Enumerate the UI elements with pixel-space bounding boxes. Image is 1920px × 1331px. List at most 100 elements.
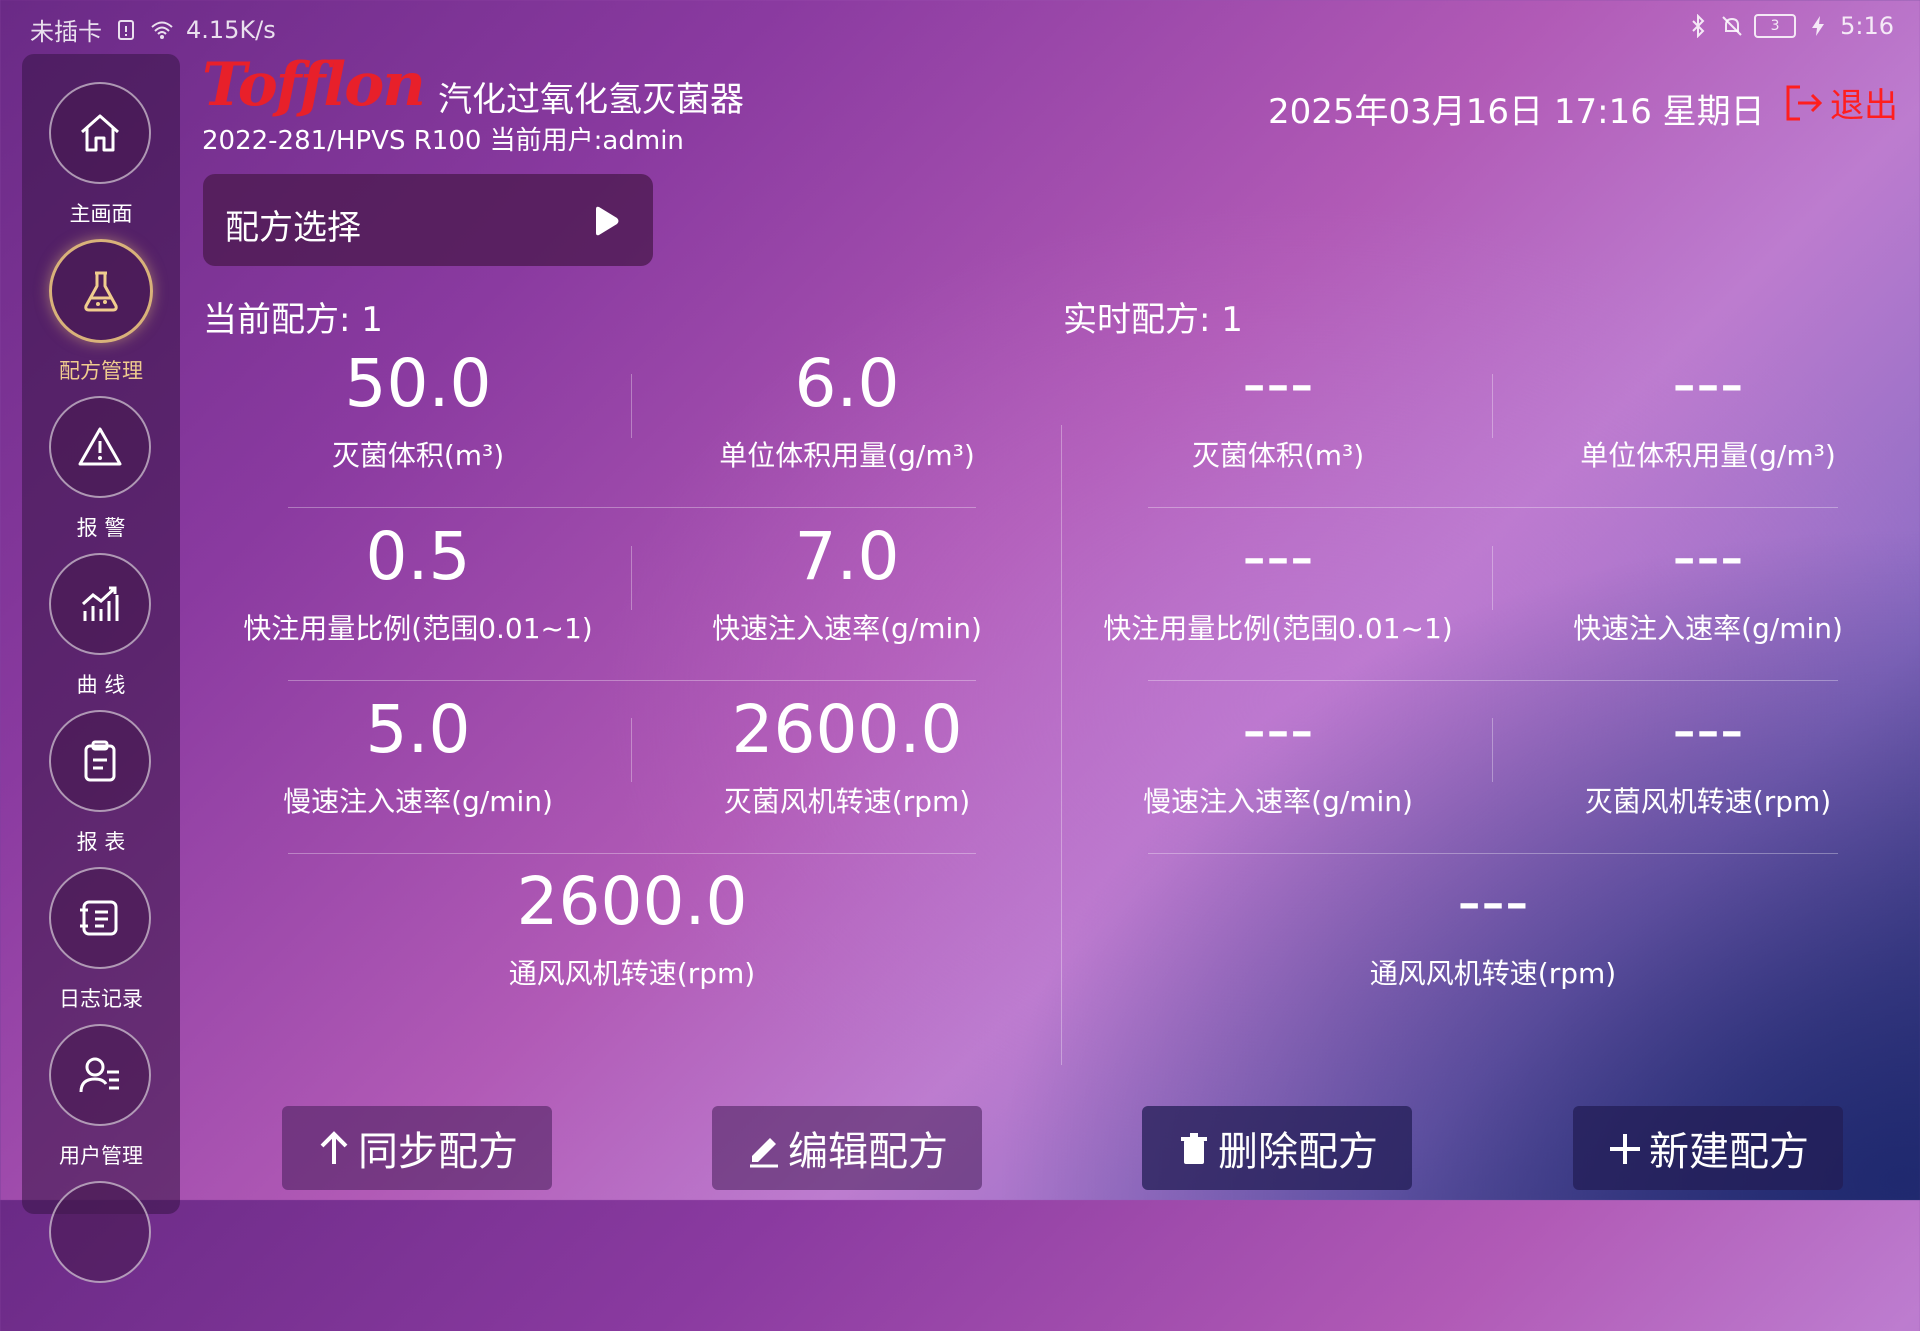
param-label: 慢速注入速率(g/min)	[283, 785, 553, 818]
param-value: 7.0	[794, 518, 900, 595]
nav-recipe-circle	[49, 239, 153, 343]
current-fast-inject-rate: 7.0 快速注入速率(g/min)	[632, 521, 1062, 647]
nav-home[interactable]: 主画面	[22, 82, 180, 232]
param-label: 灭菌体积(m³)	[331, 439, 505, 472]
param-label: 快速注入速率(g/min)	[712, 612, 982, 645]
delete-recipe-button[interactable]: 删除配方	[1142, 1106, 1412, 1190]
param-value: 5.0	[365, 691, 471, 768]
param-label: 灭菌体积(m³)	[1191, 439, 1365, 472]
current-sterilization-fan-speed: 2600.0 灭菌风机转速(rpm)	[632, 694, 1062, 820]
nav-curve-label: 曲 线	[76, 673, 126, 697]
play-icon	[596, 206, 619, 236]
clock-text: 5:16	[1840, 12, 1894, 40]
delete-recipe-label: 删除配方	[1218, 1129, 1378, 1175]
sync-recipe-button[interactable]: 同步配方	[282, 1106, 552, 1190]
realtime-fast-inject-ratio: --- 快注用量比例(范围0.01~1)	[1063, 521, 1493, 647]
current-unit-volume-dose: 6.0 单位体积用量(g/m³)	[632, 348, 1062, 474]
current-ventilation-fan-speed: 2600.0 通风风机转速(rpm)	[417, 866, 847, 992]
nav-report-label: 报 表	[76, 830, 126, 854]
nav-alarm-circle	[49, 396, 151, 498]
realtime-ventilation-fan-speed: --- 通风风机转速(rpm)	[1278, 866, 1708, 992]
nav-recipe-label: 配方管理	[59, 359, 143, 383]
param-value: 2600.0	[731, 691, 963, 768]
param-value: ---	[1672, 518, 1744, 595]
param-value: 6.0	[794, 345, 900, 422]
param-value: ---	[1672, 691, 1744, 768]
param-label: 单位体积用量(g/m³)	[719, 439, 975, 472]
param-label: 灭菌风机转速(rpm)	[1584, 785, 1832, 818]
nav-report[interactable]: 报 表	[22, 710, 180, 860]
sim-icon	[118, 19, 134, 40]
current-slow-inject-rate: 5.0 慢速注入速率(g/min)	[203, 694, 633, 820]
row-divider	[288, 680, 976, 681]
nav-more[interactable]	[22, 1181, 180, 1331]
param-label: 单位体积用量(g/m³)	[1580, 439, 1836, 472]
param-label: 快注用量比例(范围0.01~1)	[243, 612, 593, 645]
param-label: 快注用量比例(范围0.01~1)	[1103, 612, 1453, 645]
net-speed-text: 4.15K/s	[186, 15, 276, 44]
param-value: ---	[1457, 863, 1529, 940]
nav-home-circle	[49, 82, 151, 184]
wifi-icon	[151, 21, 173, 39]
sidebar: 主画面 配方管理 报 警 曲 线 报 表 日志记录 用户管理	[22, 54, 180, 1283]
new-recipe-button[interactable]: 新建配方	[1573, 1106, 1843, 1190]
current-recipe-title: 当前配方: 1	[203, 300, 383, 340]
nav-curve[interactable]: 曲 线	[22, 553, 180, 703]
realtime-unit-volume-dose: --- 单位体积用量(g/m³)	[1493, 348, 1920, 474]
nav-report-circle	[49, 710, 151, 812]
row-divider	[1148, 853, 1838, 854]
row-divider	[288, 853, 976, 854]
edit-icon	[750, 1138, 778, 1168]
nav-log-label: 日志记录	[59, 987, 143, 1011]
param-value: ---	[1242, 345, 1314, 422]
param-value: ---	[1242, 691, 1314, 768]
param-value: ---	[1672, 345, 1744, 422]
nav-alarm-label: 报 警	[76, 516, 126, 540]
status-bar: 未插卡 4.15K/s 3 5:16	[0, 0, 1920, 52]
bluetooth-icon	[1692, 14, 1705, 38]
logout-button[interactable]: 退出	[1782, 78, 1898, 127]
app-title: 汽化过氧化氢灭菌器	[438, 80, 744, 120]
param-label: 通风风机转速(rpm)	[1369, 957, 1617, 990]
carrier-text: 未插卡	[30, 18, 102, 46]
param-label: 快速注入速率(g/min)	[1573, 612, 1843, 645]
param-value: ---	[1242, 518, 1314, 595]
flask-icon	[84, 271, 118, 312]
date-time: 2025年03月16日 17:16 星期日	[1268, 92, 1765, 132]
param-value: 50.0	[344, 345, 492, 422]
log-icon	[80, 900, 118, 936]
nav-log[interactable]: 日志记录	[22, 867, 180, 1017]
realtime-fast-inject-rate: --- 快速注入速率(g/min)	[1493, 521, 1920, 647]
row-divider	[1148, 680, 1838, 681]
recipe-select-label: 配方选择	[225, 208, 361, 248]
edit-recipe-label: 编辑配方	[788, 1129, 948, 1175]
alarm-icon	[78, 427, 122, 466]
nav-alarm[interactable]: 报 警	[22, 396, 180, 546]
device-user-info: 2022-281/HPVS R100 当前用户:admin	[202, 126, 684, 156]
param-label: 灭菌风机转速(rpm)	[723, 785, 971, 818]
edit-recipe-button[interactable]: 编辑配方	[712, 1106, 982, 1190]
nav-user-label: 用户管理	[59, 1144, 143, 1168]
row-divider	[288, 507, 976, 508]
brand-logo: Tofflon	[202, 50, 426, 120]
nav-home-label: 主画面	[69, 202, 133, 226]
logout-icon	[1786, 85, 1823, 120]
param-label: 慢速注入速率(g/min)	[1143, 785, 1413, 818]
battery-indicator: 3	[1754, 14, 1797, 38]
chart-icon	[81, 586, 119, 621]
nav-user-circle	[49, 1024, 151, 1126]
realtime-slow-inject-rate: --- 慢速注入速率(g/min)	[1063, 694, 1493, 820]
user-icon	[79, 1057, 119, 1093]
param-value: 2600.0	[516, 863, 748, 940]
plus-icon	[1610, 1134, 1640, 1164]
nav-recipe-management[interactable]: 配方管理	[22, 239, 180, 389]
realtime-sterilization-fan-speed: --- 灭菌风机转速(rpm)	[1493, 694, 1920, 820]
trash-icon	[1181, 1133, 1207, 1164]
current-fast-inject-ratio: 0.5 快注用量比例(范围0.01~1)	[203, 521, 633, 647]
recipe-select-button[interactable]: 配方选择	[203, 174, 653, 266]
sync-recipe-label: 同步配方	[358, 1129, 518, 1175]
param-label: 通风风机转速(rpm)	[508, 957, 756, 990]
realtime-recipe-title: 实时配方: 1	[1063, 300, 1243, 340]
logout-label: 退出	[1830, 86, 1898, 126]
nav-user-management[interactable]: 用户管理	[22, 1024, 180, 1174]
